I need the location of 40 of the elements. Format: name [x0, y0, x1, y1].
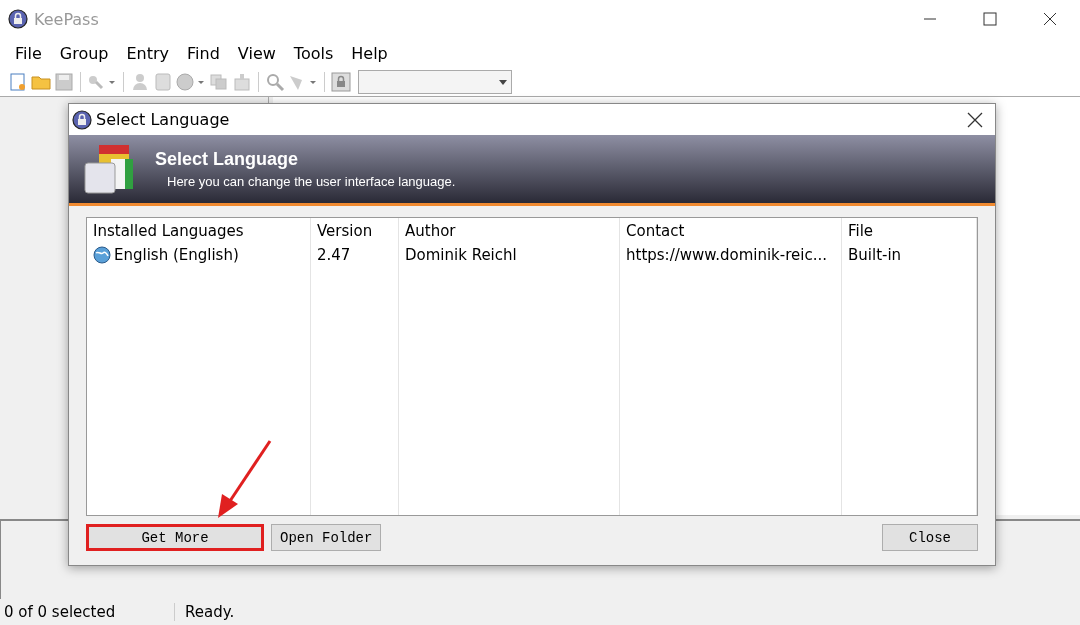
- column-header[interactable]: File: [848, 222, 970, 240]
- save-icon[interactable]: [54, 72, 74, 92]
- table-cell-text: Built-in: [848, 246, 903, 264]
- close-icon[interactable]: [967, 111, 983, 128]
- person-icon[interactable]: [130, 72, 150, 92]
- banner-subtitle: Here you can change the user interface language.: [166, 174, 456, 189]
- table-cell-text: Dominik Reichl: [405, 246, 518, 264]
- menu-item[interactable]: File: [6, 43, 51, 63]
- caret-icon[interactable]: [499, 79, 507, 85]
- column-header[interactable]: Version: [317, 222, 392, 240]
- table-cell[interactable]: English (English): [93, 246, 304, 264]
- window-title: KeePass: [34, 9, 100, 29]
- table-cell-text: 2.47: [317, 246, 352, 264]
- menu-item[interactable]: View: [228, 43, 285, 63]
- dialog-button[interactable]: Open Folder: [271, 524, 382, 551]
- menu-item[interactable]: Entry: [117, 43, 179, 63]
- maximize-icon[interactable]: [983, 12, 997, 26]
- new-document-icon[interactable]: [8, 72, 28, 92]
- dialog-button[interactable]: Close: [882, 524, 978, 551]
- column-header[interactable]: Author: [405, 222, 613, 240]
- status-text: 0 of 0 selected: [0, 603, 175, 621]
- menu-item[interactable]: Find: [178, 43, 229, 63]
- close-icon[interactable]: [1043, 12, 1057, 26]
- search-icon[interactable]: [265, 72, 285, 92]
- menu-item[interactable]: Help: [342, 43, 397, 63]
- table-cell-text: https://www.dominik-reic...: [626, 246, 828, 264]
- app-lock-icon: [8, 9, 28, 29]
- banner-title: Select Language: [155, 149, 300, 170]
- column-header[interactable]: Contact: [626, 222, 835, 240]
- copy-icon[interactable]: [209, 72, 229, 92]
- dialog-button[interactable]: Get More: [86, 524, 264, 551]
- status-text: Ready.: [184, 603, 235, 621]
- globe-icon: [93, 246, 111, 264]
- globe-dropdown-icon[interactable]: [176, 72, 206, 92]
- lock-icon[interactable]: [331, 72, 351, 92]
- dialog-title: Select Language: [96, 110, 231, 129]
- menu-item[interactable]: Tools: [284, 43, 343, 63]
- dialog-lock-icon: [72, 109, 92, 130]
- menu-item[interactable]: Group: [50, 43, 118, 63]
- column-header[interactable]: Installed Languages: [93, 222, 304, 240]
